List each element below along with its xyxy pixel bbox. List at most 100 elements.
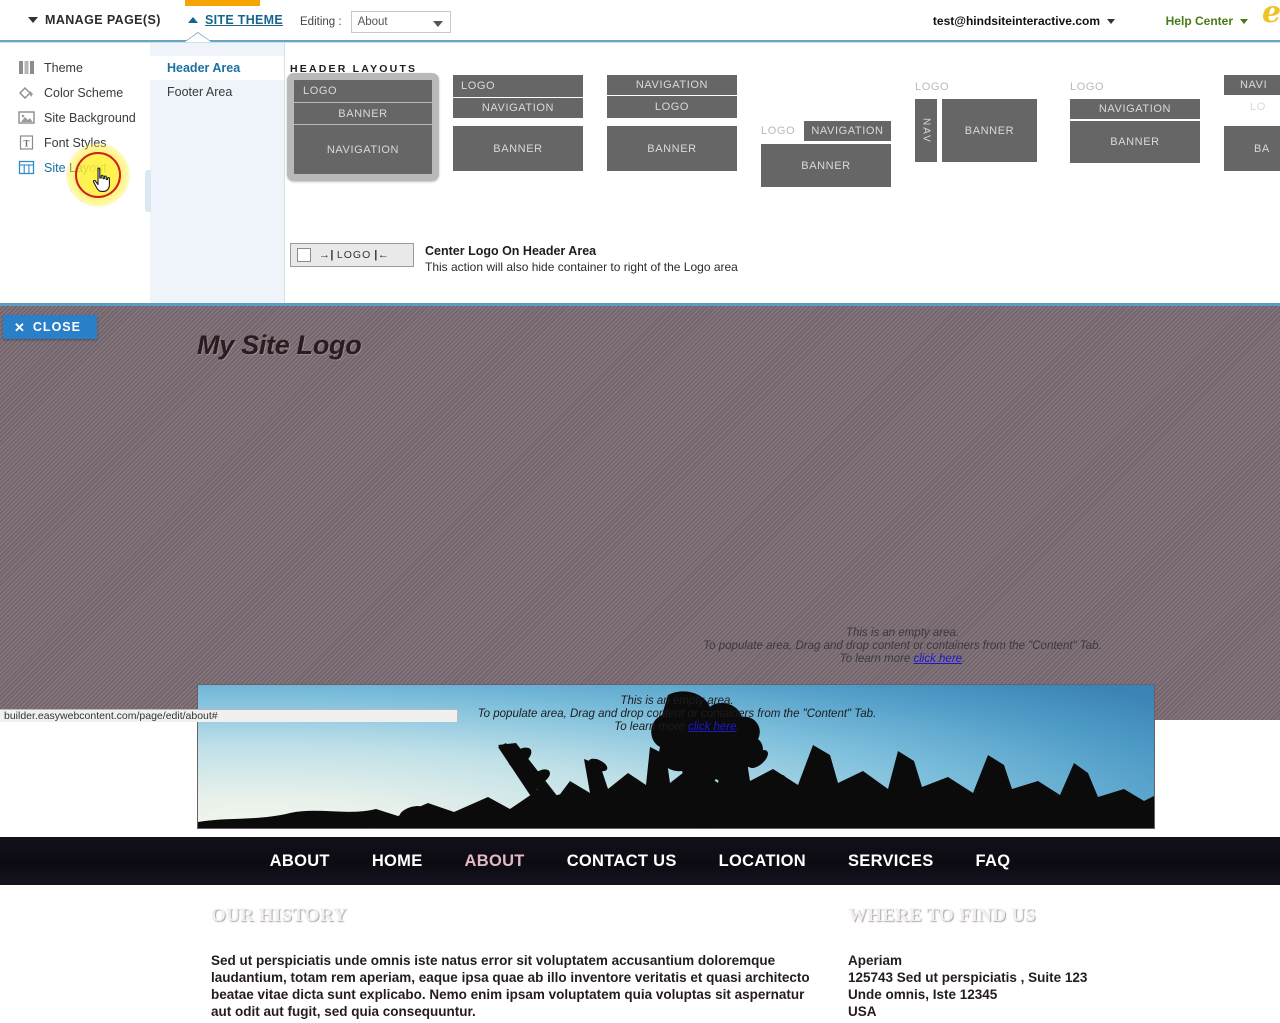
thumb-block-logo: LOGO [761, 125, 796, 137]
sidebar-item-font-styles[interactable]: T Font Styles [0, 130, 150, 155]
preview-top-border [0, 303, 1280, 306]
center-logo-button-label: LOGO [336, 249, 372, 261]
click-here-link[interactable]: click here [913, 653, 962, 665]
empty-line-2: To populate area, Drag and drop content … [703, 640, 1102, 652]
site-theme-label: SITE THEME [205, 13, 284, 27]
nav-item-services[interactable]: SERVICES [827, 852, 955, 871]
subpanel-item-header-area[interactable]: Header Area [150, 56, 284, 80]
header-layout-option-logo-inline-navigation-banner[interactable]: LOGO NAVIGATION BANNER [761, 73, 891, 187]
sidebar-item-color-scheme[interactable]: Color Scheme [0, 80, 150, 105]
site-theme-panel: Theme Color Scheme Site Background T Fon… [0, 43, 1280, 303]
thumb-block-banner: BANNER [453, 126, 583, 171]
site-navigation: ABOUT HOME ABOUT CONTACT US LOCATION SER… [0, 837, 1280, 885]
thumb-block-navigation: NAVIGATION [294, 125, 432, 174]
address-line-4: USA [848, 1004, 877, 1019]
header-layout-option-logo-vertical-nav-banner[interactable]: LOGO NAV BANNER [915, 73, 1037, 171]
thumb-block-navigation: NAVIGATION [453, 98, 583, 118]
arrow-right-bar-icon: →| [319, 249, 334, 261]
editing-page-value: About [357, 16, 388, 28]
subpanel-item-label: Footer Area [167, 85, 233, 99]
nav-item-home[interactable]: HOME [351, 852, 444, 871]
empty-line-1: This is an empty area. [620, 695, 734, 707]
header-layout-option-navigation-logo-banner-partial[interactable]: NAVI LO BA [1224, 73, 1280, 171]
site-theme-menu[interactable]: SITE THEME [188, 13, 283, 27]
area-subpanel: Header Area Footer Area [145, 43, 285, 303]
sidebar-item-label: Font Styles [44, 135, 107, 150]
image-icon [18, 111, 35, 124]
account-menu[interactable]: test@hindsiteinteractive.com [933, 14, 1115, 28]
editing-page-select[interactable]: About [350, 11, 451, 33]
chevron-down-icon [1107, 18, 1115, 24]
thumb-block-banner: BANNER [942, 99, 1037, 162]
chevron-up-icon [188, 17, 198, 23]
center-logo-title: Center Logo On Header Area [425, 244, 597, 258]
manage-pages-label: MANAGE PAGE(S) [45, 13, 161, 27]
footer-column-history: OUR HISTORY Sed ut perspiciatis unde omn… [211, 905, 821, 1020]
thumb-block-banner: BANNER [761, 144, 891, 187]
thumb-block-logo: LOGO [294, 80, 432, 102]
thumb-block-nav: NAV [915, 99, 937, 162]
click-here-link[interactable]: click here [688, 721, 737, 733]
footer-heading-our-history: OUR HISTORY [211, 905, 347, 926]
sidebar-item-label: Color Scheme [44, 85, 124, 100]
sidebar-item-label: Theme [44, 60, 83, 75]
subpanel-handle[interactable] [145, 170, 151, 212]
center-logo-checkbox[interactable] [297, 248, 311, 262]
paint-bucket-icon [19, 87, 33, 99]
site-footer: OUR HISTORY Sed ut perspiciatis unde omn… [0, 889, 1280, 1023]
sidebar-item-site-background[interactable]: Site Background [0, 105, 150, 130]
subpanel-item-label: Header Area [167, 61, 241, 75]
help-center-label: Help Center [1165, 14, 1233, 28]
header-layout-option-logo-stacked-navigation-banner[interactable]: LOGO NAVIGATION BANNER [1070, 73, 1200, 171]
bar-arrow-left-icon: |← [374, 249, 390, 261]
nav-item-contact-us[interactable]: CONTACT US [546, 852, 698, 871]
grid-table-icon [18, 160, 35, 175]
thumb-block-navigation: NAVIGATION [607, 75, 737, 95]
center-logo-description: This action will also hide container to … [425, 260, 738, 274]
close-button-label: CLOSE [32, 320, 81, 334]
empty-line-3: To learn more click here. [198, 721, 1154, 734]
site-logo[interactable]: My Site Logo [197, 330, 362, 361]
nav-item-about-1[interactable]: ABOUT [249, 852, 351, 871]
manage-pages-menu[interactable]: MANAGE PAGE(S) [28, 13, 161, 27]
empty-line-3: To learn more click here. [675, 653, 1130, 666]
sidebar-item-theme[interactable]: Theme [0, 55, 150, 80]
empty-area-placeholder-header[interactable]: This is an empty area. To populate area,… [675, 627, 1130, 666]
columns-icon [19, 61, 34, 74]
header-layout-option-navigation-logo-banner[interactable]: NAVIGATION LOGO BANNER [607, 73, 737, 171]
empty-line-3-prefix: To learn more [614, 721, 688, 733]
banner-area[interactable]: This is an empty area. To populate area,… [197, 684, 1155, 829]
center-logo-toggle-button[interactable]: →| LOGO |← [290, 243, 414, 267]
address-line-1: Aperiam [848, 953, 903, 968]
chevron-down-icon [28, 17, 38, 23]
brand-logo-icon: e [1262, 0, 1280, 28]
toolbar-divider-soft [0, 42, 1280, 43]
theme-sidebar: Theme Color Scheme Site Background T Fon… [0, 43, 150, 303]
sidebar-item-site-layout[interactable]: Site Layout [0, 155, 150, 180]
thumb-block-navigation: NAVIGATION [804, 121, 891, 141]
header-layout-option-logo-navigation-banner[interactable]: LOGO NAVIGATION BANNER [453, 73, 583, 171]
center-logo-row: →| LOGO |← Center Logo On Header Area Th… [290, 243, 738, 275]
nav-item-about-active[interactable]: ABOUT [444, 852, 546, 871]
panel-pointer [185, 33, 211, 42]
thumb-block-banner: BA [1224, 126, 1280, 171]
thumb-block-logo: LO [1250, 101, 1266, 113]
help-center-menu[interactable]: Help Center [1166, 14, 1248, 28]
header-layout-option-logo-banner-navigation[interactable]: LOGO BANNER NAVIGATION [287, 73, 439, 181]
text-t-icon: T [19, 135, 34, 150]
center-logo-button-graphic: →| LOGO |← [319, 249, 389, 261]
close-button[interactable]: ✕ CLOSE [3, 315, 97, 339]
editing-label: Editing : [300, 16, 342, 28]
empty-line-1: This is an empty area. [845, 627, 960, 639]
footer-heading-where-to-find-us: WHERE TO FIND US [848, 905, 1036, 926]
nav-item-faq[interactable]: FAQ [955, 852, 1032, 871]
account-email: test@hindsiteinteractive.com [932, 14, 1100, 28]
empty-line-3-suffix: . [736, 721, 740, 733]
nav-item-location[interactable]: LOCATION [698, 852, 827, 871]
address-line-2: 125743 Sed ut perspiciatis , Suite 123 [848, 970, 1088, 985]
thumb-block-logo: LOGO [453, 75, 583, 97]
footer-divider [848, 937, 1268, 938]
browser-status-bar: builder.easywebcontent.com/page/edit/abo… [0, 709, 458, 722]
subpanel-item-footer-area[interactable]: Footer Area [150, 80, 284, 104]
empty-line-3-prefix: To learn more [839, 653, 914, 665]
